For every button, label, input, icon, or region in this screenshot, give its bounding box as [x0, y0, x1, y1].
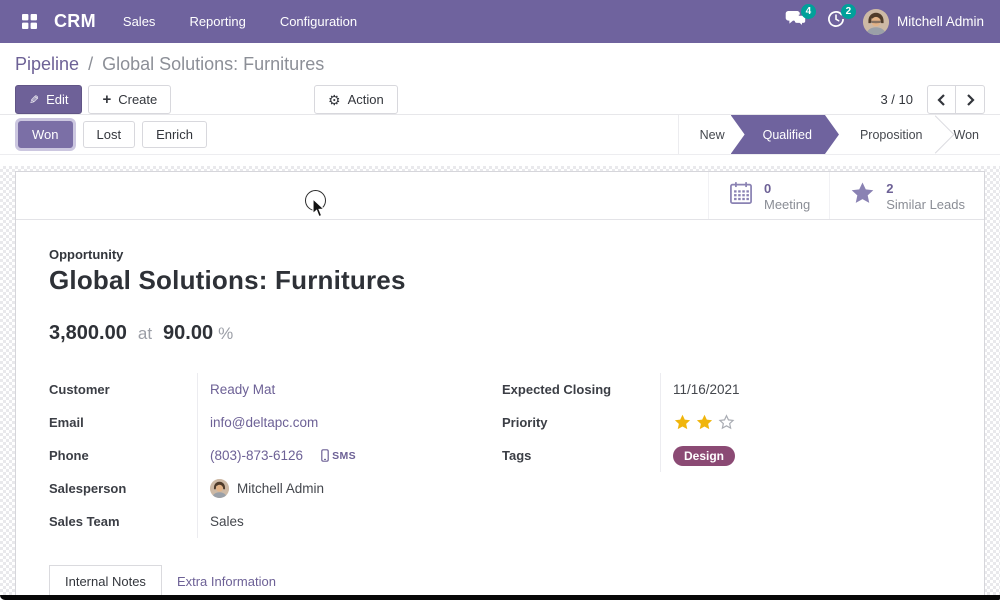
sales-team-value[interactable]: Sales	[210, 514, 244, 529]
pencil-icon: ✎	[29, 93, 39, 107]
email-value-link[interactable]: info@deltapc.com	[210, 415, 318, 430]
tab-internal-notes[interactable]: Internal Notes	[49, 565, 162, 598]
priority-label: Priority	[502, 406, 660, 439]
field-row-email: Email info@deltapc.com	[49, 406, 502, 439]
window-bottom-edge	[0, 595, 1000, 600]
breadcrumb-separator: /	[88, 54, 93, 74]
top-menu: Sales Reporting Configuration	[106, 0, 374, 43]
customer-value-link[interactable]: Ready Mat	[210, 382, 275, 397]
percent-sign: %	[218, 324, 233, 344]
user-name: Mitchell Admin	[897, 14, 984, 29]
field-row-sales-team: Sales Team Sales	[49, 505, 502, 538]
messages-badge: 4	[801, 4, 816, 19]
record-type-label: Opportunity	[49, 247, 951, 262]
expected-closing-value[interactable]: 11/16/2021	[673, 382, 740, 397]
tag-design[interactable]: Design	[673, 446, 735, 466]
enrich-button[interactable]: Enrich	[142, 121, 207, 148]
menu-reporting[interactable]: Reporting	[172, 0, 262, 43]
edit-button[interactable]: ✎ Edit	[15, 85, 82, 114]
mark-lost-button[interactable]: Lost	[83, 121, 136, 148]
customer-label: Customer	[49, 373, 197, 406]
mobile-phone-icon	[321, 449, 329, 462]
tags-label: Tags	[502, 439, 660, 472]
salesperson-value[interactable]: Mitchell Admin	[237, 481, 324, 496]
user-menu[interactable]: Mitchell Admin	[863, 9, 984, 35]
stage-won[interactable]: Won	[933, 115, 1000, 154]
chevron-left-icon	[937, 94, 946, 106]
breadcrumb-current: Global Solutions: Furnitures	[102, 54, 324, 74]
notebook-tabs: Internal Notes Extra Information	[49, 565, 951, 598]
sales-team-label: Sales Team	[49, 505, 197, 538]
stage-statusbar: New Qualified Proposition Won	[678, 115, 1000, 154]
similar-leads-count: 2	[886, 181, 965, 197]
pager-counter: 3 / 10	[880, 92, 913, 107]
right-field-group: Expected Closing 11/16/2021 Priority	[502, 373, 951, 538]
star-icon	[849, 180, 876, 212]
gear-icon: ⚙	[328, 93, 341, 107]
pager-next-button[interactable]	[956, 85, 985, 114]
priority-stars	[673, 413, 736, 432]
field-row-priority: Priority	[502, 406, 951, 439]
form-sheet: Opportunity Global Solutions: Furnitures…	[16, 220, 984, 598]
expected-revenue-value: 3,800.00	[49, 322, 127, 345]
user-avatar	[863, 9, 889, 35]
action-menu-button[interactable]: ⚙ Action	[314, 85, 398, 114]
chevron-right-icon	[966, 94, 975, 106]
sms-label: SMS	[332, 450, 356, 462]
opportunity-title: Global Solutions: Furnitures	[49, 265, 951, 296]
mouse-cursor-icon	[312, 198, 326, 218]
breadcrumb-pipeline-link[interactable]: Pipeline	[15, 54, 79, 74]
card-button-box: 0 Meeting 2 Similar Leads	[16, 172, 984, 220]
star-filled-icon[interactable]	[673, 413, 692, 432]
left-field-group: Customer Ready Mat Email info@deltapc.co…	[49, 373, 502, 538]
tab-extra-information[interactable]: Extra Information	[162, 566, 291, 597]
stage-qualified-active[interactable]: Qualified	[731, 115, 839, 154]
meeting-label: Meeting	[764, 197, 810, 213]
similar-leads-stat-button[interactable]: 2 Similar Leads	[829, 172, 984, 219]
similar-leads-label: Similar Leads	[886, 197, 965, 213]
probability-value: 90.00	[163, 322, 213, 345]
field-row-expected-closing: Expected Closing 11/16/2021	[502, 373, 951, 406]
expected-closing-label: Expected Closing	[502, 373, 660, 406]
create-button[interactable]: + Create	[88, 85, 171, 114]
crm-app-window: CRM Sales Reporting Configuration 4 2	[0, 0, 1000, 600]
phone-value-link[interactable]: (803)-873-6126	[210, 448, 303, 463]
app-name[interactable]: CRM	[54, 11, 96, 32]
field-row-customer: Customer Ready Mat	[49, 373, 502, 406]
pager-previous-button[interactable]	[927, 85, 956, 114]
form-view-background: 0 Meeting 2 Similar Leads Opportunity	[0, 166, 1000, 600]
meeting-count: 0	[764, 181, 810, 197]
field-row-salesperson: Salesperson Mitchell Admin	[49, 472, 502, 505]
mark-won-button[interactable]: Won	[18, 121, 73, 148]
field-row-phone: Phone (803)-873-6126 SMS	[49, 439, 502, 472]
calendar-icon	[728, 180, 754, 211]
salesperson-avatar	[210, 479, 229, 498]
meeting-stat-button[interactable]: 0 Meeting	[708, 172, 829, 219]
field-row-tags: Tags Design	[502, 439, 951, 472]
activities-badge: 2	[841, 4, 856, 19]
opportunity-form-card: 0 Meeting 2 Similar Leads Opportunity	[15, 171, 985, 600]
messages-button[interactable]: 4	[783, 9, 809, 35]
menu-configuration[interactable]: Configuration	[263, 0, 374, 43]
control-buttons-row: ✎ Edit + Create ⚙ Action 3 / 10	[15, 85, 985, 114]
top-navbar: CRM Sales Reporting Configuration 4 2	[0, 0, 1000, 43]
breadcrumb: Pipeline / Global Solutions: Furnitures	[15, 43, 985, 75]
at-word: at	[138, 324, 152, 344]
phone-label: Phone	[49, 439, 197, 472]
salesperson-label: Salesperson	[49, 472, 197, 505]
star-empty-icon[interactable]	[717, 413, 736, 432]
activities-button[interactable]: 2	[823, 9, 849, 35]
field-groups: Customer Ready Mat Email info@deltapc.co…	[49, 373, 951, 538]
expected-revenue-row: 3,800.00 at 90.00 %	[49, 322, 951, 345]
star-filled-icon[interactable]	[695, 413, 714, 432]
menu-sales[interactable]: Sales	[106, 0, 173, 43]
control-panel: Pipeline / Global Solutions: Furnitures …	[0, 43, 1000, 114]
apps-menu-icon[interactable]	[16, 9, 42, 35]
email-label: Email	[49, 406, 197, 439]
status-row: Won Lost Enrich New Qualified Propositio…	[0, 114, 1000, 155]
send-sms-button[interactable]: SMS	[321, 449, 356, 462]
plus-icon: +	[102, 92, 111, 107]
record-pager: 3 / 10	[880, 85, 985, 114]
